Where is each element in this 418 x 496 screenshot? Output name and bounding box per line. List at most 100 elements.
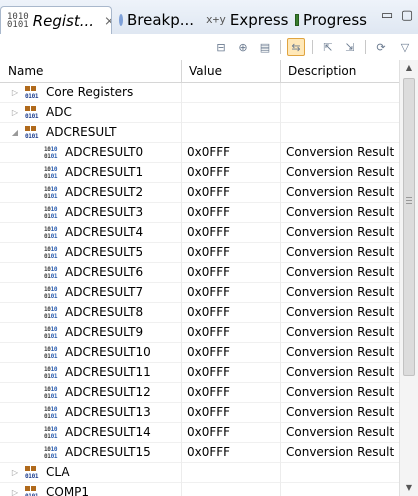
register-value: [187, 123, 279, 143]
register-value[interactable]: 0x0FFF: [187, 163, 279, 183]
register-value[interactable]: 0x0FFF: [187, 183, 279, 203]
expand-twisty-icon[interactable]: ▷: [10, 483, 20, 496]
column-divider: [181, 283, 182, 303]
register-description: Conversion Result B: [286, 245, 399, 259]
register-group-row[interactable]: ▷ 0101COMP1: [0, 483, 399, 496]
column-divider: [280, 463, 281, 483]
register-description: Conversion Result B: [286, 345, 399, 359]
register-value[interactable]: 0x0FFF: [187, 203, 279, 223]
register-group-row[interactable]: ▷ 0101 ADC: [0, 103, 399, 123]
register-name: ADCRESULT1: [65, 165, 144, 179]
register-value[interactable]: 0x0FFF: [187, 363, 279, 383]
column-divider: [280, 283, 281, 303]
column-header-name[interactable]: Name: [0, 60, 181, 82]
register-value[interactable]: 0x0FFF: [187, 403, 279, 423]
register-row[interactable]: 1010 0101 ADCRESULT7 0x0FFF Conversion Resul…: [0, 283, 399, 303]
register-value[interactable]: 0x0FFF: [187, 283, 279, 303]
column-divider: [181, 243, 182, 263]
register-icon: 1010 0101: [44, 346, 58, 360]
expand-twisty-icon[interactable]: ▷: [10, 463, 20, 483]
register-value[interactable]: 0x0FFF: [187, 383, 279, 403]
register-row[interactable]: 1010 0101 ADCRESULT11 0x0FFF Conversion Resu…: [0, 363, 399, 383]
collapse-twisty-icon[interactable]: ◢: [10, 123, 20, 143]
tab-progress[interactable]: Progress: [289, 6, 373, 34]
register-row[interactable]: 1010 0101 ADCRESULT6 0x0FFF Conversion Resul…: [0, 263, 399, 283]
close-tab-icon[interactable]: ⨯: [104, 14, 111, 29]
register-description: Conversion Result B: [286, 265, 399, 279]
maximize-icon[interactable]: ▢: [399, 9, 415, 23]
register-value[interactable]: 0x0FFF: [187, 423, 279, 443]
register-row[interactable]: 1010 0101 ADCRESULT4 0x0FFF Conversion Resul…: [0, 223, 399, 243]
collapse-all-icon[interactable]: ⊟: [212, 38, 230, 56]
register-description: Conversion Result B: [286, 385, 399, 399]
expand-twisty-icon[interactable]: ▷: [10, 103, 20, 123]
register-group-icon: 0101: [25, 86, 43, 100]
toggle-view-icon[interactable]: ▤: [256, 38, 274, 56]
register-icon: 1010 0101: [44, 446, 58, 460]
view-menu-icon[interactable]: ▽: [396, 38, 414, 56]
register-value[interactable]: 0x0FFF: [187, 323, 279, 343]
register-row[interactable]: 1010 0101 ADCRESULT9 0x0FFF Conversion Resul…: [0, 323, 399, 343]
scrollbar-thumb[interactable]: [403, 78, 415, 376]
register-description: Conversion Result B: [286, 205, 399, 219]
column-header-description[interactable]: Description: [280, 60, 399, 82]
tab-registers[interactable]: 10100101 Regist... ⨯: [0, 6, 112, 35]
register-value[interactable]: 0x0FFF: [187, 303, 279, 323]
register-row[interactable]: 1010 0101 ADCRESULT12 0x0FFF Conversion Resu…: [0, 383, 399, 403]
register-group-row[interactable]: ▷ 0101 Core Registers: [0, 83, 399, 103]
tab-breakpoints[interactable]: Breakp...: [113, 6, 199, 34]
vertical-scrollbar[interactable]: ▲ ▼: [399, 60, 418, 496]
register-row[interactable]: 1010 0101 ADCRESULT10 0x0FFF Conversion Resu…: [0, 343, 399, 363]
register-icon: 1010 0101: [44, 206, 58, 220]
column-divider: [181, 303, 182, 323]
register-name: ADCRESULT6: [65, 265, 144, 279]
link-highlight-icon[interactable]: ⇆: [287, 38, 305, 56]
tab-expressions[interactable]: x+y Express...: [200, 6, 288, 34]
register-description: [286, 83, 399, 103]
register-value[interactable]: 0x0FFF: [187, 143, 279, 163]
toolbar-separator: [280, 40, 281, 54]
register-icon: 1010 0101: [44, 226, 58, 240]
export-icon[interactable]: ⇱: [319, 38, 337, 56]
new-group-icon[interactable]: ⊕: [234, 38, 252, 56]
register-group-row[interactable]: ▷ 0101 CLA: [0, 463, 399, 483]
column-divider: [280, 383, 281, 403]
column-divider: [181, 483, 182, 496]
register-group-row[interactable]: ◢ 0101 ADCRESULT: [0, 123, 399, 143]
column-divider: [181, 343, 182, 363]
expand-twisty-icon[interactable]: ▷: [10, 83, 20, 103]
column-header-value[interactable]: Value: [181, 60, 280, 82]
register-description: Conversion Result B: [286, 185, 399, 199]
column-divider: [181, 103, 182, 123]
register-row[interactable]: 1010 0101 ADCRESULT14 0x0FFF Conversion Resu…: [0, 423, 399, 443]
register-value[interactable]: 0x0FFF: [187, 343, 279, 363]
register-value[interactable]: 0x0FFF: [187, 443, 279, 463]
registers-icon: 1010 0101: [7, 12, 29, 30]
import-icon[interactable]: ⇲: [341, 38, 359, 56]
register-row[interactable]: 1010 0101 ADCRESULT3 0x0FFF Conversion Resul…: [0, 203, 399, 223]
column-divider: [280, 203, 281, 223]
register-name: CLA: [46, 465, 70, 479]
register-name: Core Registers: [46, 85, 134, 99]
register-value[interactable]: 0x0FFF: [187, 263, 279, 283]
register-row[interactable]: 1010 0101 ADCRESULT8 0x0FFF Conversion Resul…: [0, 303, 399, 323]
register-row[interactable]: 1010 0101 ADCRESULT2 0x0FFF Conversion Resul…: [0, 183, 399, 203]
register-row[interactable]: 1010 0101 ADCRESULT15 0x0FFF Conversion Resu…: [0, 443, 399, 463]
register-name: ADCRESULT2: [65, 185, 144, 199]
register-value[interactable]: 0x0FFF: [187, 223, 279, 243]
register-group-icon: 0101: [25, 486, 43, 496]
register-row[interactable]: 1010 0101 ADCRESULT13 0x0FFF Conversion Resu…: [0, 403, 399, 423]
register-row[interactable]: 1010 0101 ADCRESULT5 0x0FFF Conversion Resul…: [0, 243, 399, 263]
register-row[interactable]: 1010 0101 ADCRESULT0 0x0FFF Conversion Resul…: [0, 143, 399, 163]
minimize-icon[interactable]: ▭: [379, 9, 395, 23]
tab-expressions-label: Express...: [229, 11, 288, 29]
scroll-down-icon[interactable]: ▼: [400, 480, 418, 496]
column-divider: [181, 363, 182, 383]
register-description: Conversion Result B: [286, 425, 399, 439]
register-row[interactable]: 1010 0101 ADCRESULT1 0x0FFF Conversion Resul…: [0, 163, 399, 183]
scroll-up-icon[interactable]: ▲: [400, 60, 418, 76]
register-icon: 1010 0101: [44, 326, 58, 340]
column-divider: [181, 183, 182, 203]
register-value[interactable]: 0x0FFF: [187, 243, 279, 263]
refresh-icon[interactable]: ⟳: [372, 38, 390, 56]
